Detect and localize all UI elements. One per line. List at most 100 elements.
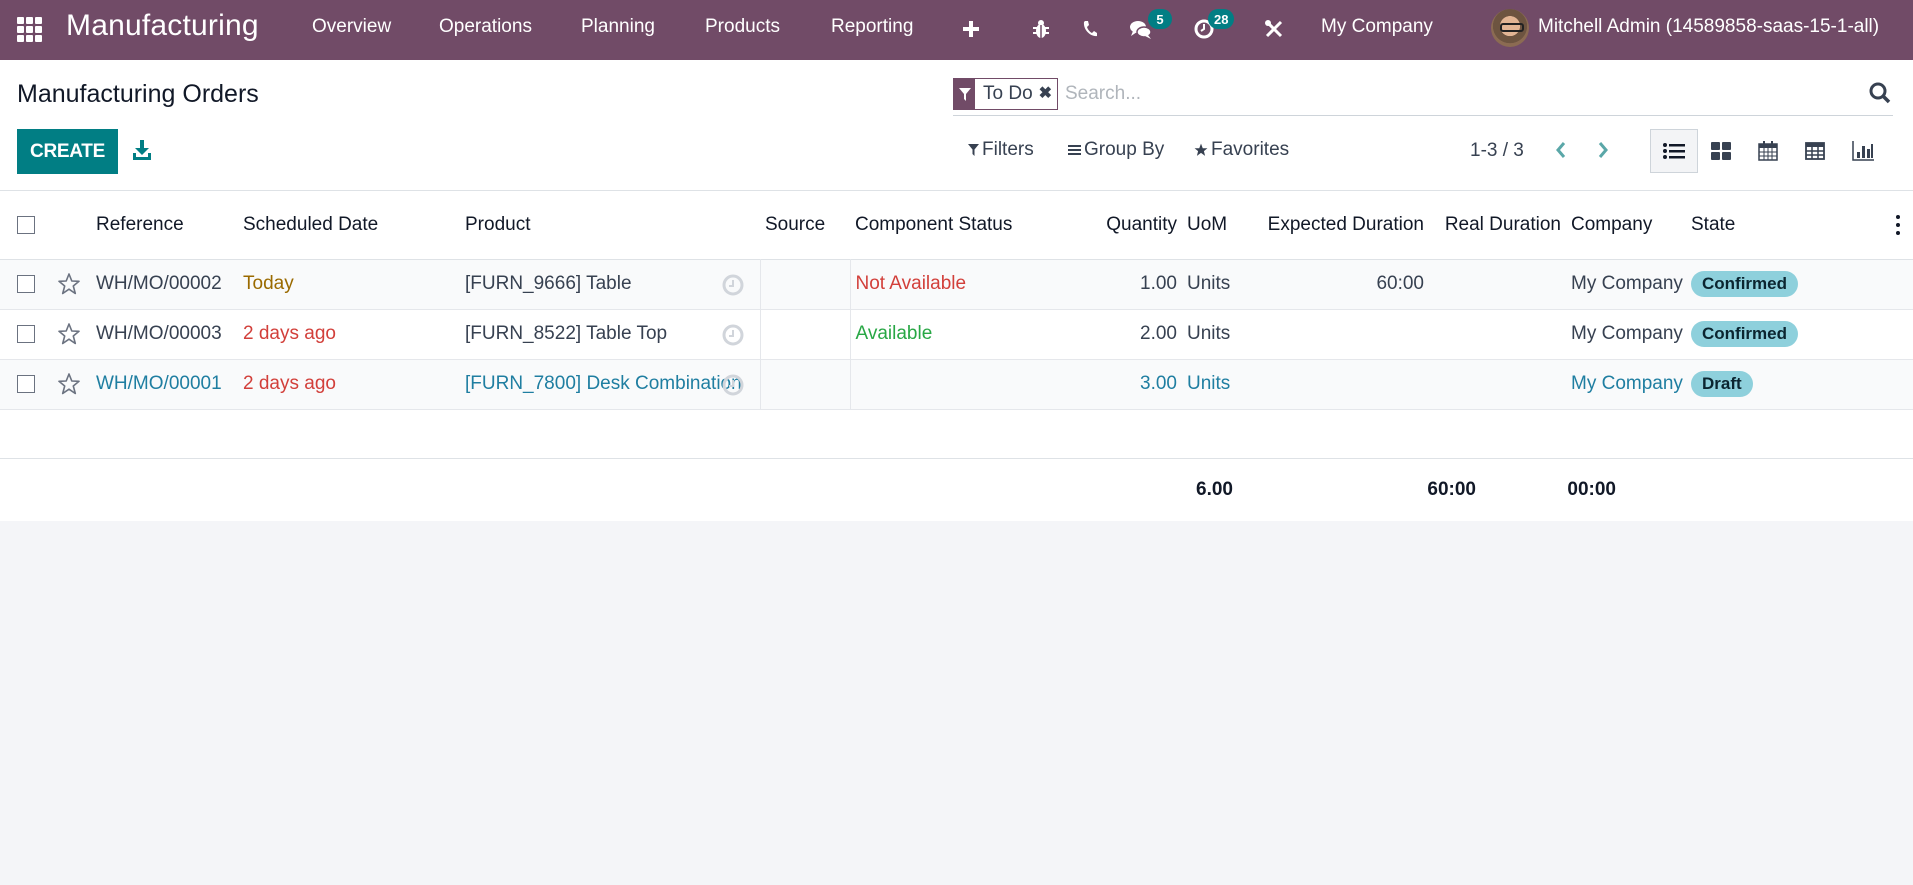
cell-scheduled-date: 2 days ago (243, 373, 336, 394)
graph-view-button[interactable] (1839, 129, 1887, 173)
cell-state: Draft (1686, 359, 1823, 409)
column-state[interactable]: State (1686, 191, 1823, 259)
group-by-label: Group By (1084, 139, 1165, 160)
pivot-view-button[interactable] (1791, 129, 1839, 173)
row-checkbox[interactable] (17, 374, 35, 393)
chevron-left-icon (1556, 142, 1566, 158)
favorites-button[interactable]: Favorites (1194, 139, 1289, 161)
cell-product: [FURN_7800] Desk Combination (460, 359, 760, 409)
kanban-view-button[interactable] (1697, 129, 1745, 173)
list-view-button[interactable] (1650, 129, 1698, 173)
cell-component-status: Not Available (849, 259, 1050, 309)
column-expected-duration[interactable]: Expected Duration (1242, 191, 1429, 259)
table-icon (1805, 142, 1825, 160)
star-icon (1194, 143, 1208, 156)
menu-products[interactable]: Products (705, 16, 780, 38)
phone-icon[interactable] (1075, 14, 1105, 44)
column-real-duration[interactable]: Real Duration (1429, 191, 1566, 259)
cell-component-status (849, 359, 1050, 409)
cell-source (759, 259, 850, 309)
product-name: [FURN_9666] Table (465, 273, 632, 294)
cell-source (759, 309, 850, 359)
table-row[interactable]: WH/MO/00003 2 days ago [FURN_8522] Table… (0, 309, 1913, 359)
column-company[interactable]: Company (1566, 191, 1686, 259)
cell-uom: Units (1187, 323, 1231, 344)
cell-reference: WH/MO/00002 (96, 273, 222, 294)
table-row[interactable]: WH/MO/00002 Today [FURN_9666] Table Not … (0, 259, 1913, 309)
search-input[interactable] (1065, 80, 1825, 108)
column-uom[interactable]: UoM (1182, 191, 1242, 259)
select-all-checkbox[interactable] (17, 215, 35, 234)
menu-operations[interactable]: Operations (439, 16, 532, 38)
user-avatar[interactable] (1491, 9, 1529, 47)
menu-planning[interactable]: Planning (581, 16, 655, 38)
row-checkbox[interactable] (17, 324, 35, 343)
priority-star-icon[interactable] (57, 372, 81, 396)
cell-company: My Company (1571, 323, 1683, 344)
search-icon[interactable] (1869, 82, 1891, 104)
cell-component-status: Available (849, 309, 1050, 359)
cell-real-duration (1429, 259, 1566, 309)
clock-icon[interactable] (722, 374, 744, 396)
bar-chart-icon (1852, 141, 1874, 161)
app-menu-icon[interactable] (17, 17, 43, 42)
cell-expected-duration: 60:00 (1376, 273, 1424, 294)
table-header: Reference Scheduled Date Product Source … (0, 191, 1913, 259)
settings-tools-icon[interactable] (1259, 14, 1289, 44)
column-product[interactable]: Product (460, 191, 760, 259)
priority-star-icon[interactable] (57, 272, 81, 296)
state-badge: Confirmed (1691, 321, 1798, 347)
page-title: Manufacturing Orders (17, 80, 259, 108)
pager-value[interactable]: 1-3 / 3 (1470, 140, 1524, 162)
table-footer-divider (0, 458, 1913, 459)
priority-star-icon[interactable] (57, 322, 81, 346)
menu-reporting[interactable]: Reporting (831, 16, 913, 38)
filters-button[interactable]: Filters (968, 139, 1034, 161)
row-checkbox[interactable] (17, 274, 35, 293)
state-badge: Confirmed (1691, 271, 1798, 297)
plus-icon[interactable] (956, 14, 986, 44)
optional-columns-icon[interactable] (1896, 215, 1902, 235)
kanban-icon (1711, 142, 1731, 160)
cell-real-duration (1429, 309, 1566, 359)
cell-quantity: 3.00 (1140, 373, 1177, 394)
menu-overview[interactable]: Overview (312, 16, 391, 38)
column-quantity[interactable]: Quantity (1050, 191, 1182, 259)
column-source[interactable]: Source (760, 191, 850, 259)
cell-quantity: 1.00 (1140, 273, 1177, 294)
list-view: Reference Scheduled Date Product Source … (0, 191, 1913, 521)
bars-icon (1068, 145, 1081, 155)
user-menu[interactable]: Mitchell Admin (14589858-saas-15-1-all) (1538, 16, 1879, 38)
calendar-view-button[interactable] (1744, 129, 1792, 173)
cell-uom: Units (1187, 373, 1231, 394)
table-row[interactable]: WH/MO/00001 2 days ago [FURN_7800] Desk … (0, 359, 1913, 409)
filter-icon (954, 79, 975, 109)
create-button[interactable]: CREATE (17, 129, 118, 174)
top-navbar: Manufacturing Overview Operations Planni… (0, 0, 1913, 60)
company-switcher[interactable]: My Company (1321, 16, 1433, 38)
column-reference[interactable]: Reference (91, 191, 238, 259)
clock-icon[interactable] (722, 324, 744, 346)
product-name: [FURN_8522] Table Top (465, 323, 668, 344)
download-icon[interactable] (130, 138, 154, 162)
pager-next-button[interactable] (1589, 136, 1617, 164)
remove-facet-icon[interactable]: ✖ (1039, 79, 1057, 109)
search-facet: To Do ✖ (953, 78, 1058, 110)
manufacturing-orders-table: Reference Scheduled Date Product Source … (0, 191, 1913, 459)
pager-previous-button[interactable] (1547, 136, 1575, 164)
list-icon (1663, 143, 1685, 159)
cell-company: My Company (1571, 273, 1683, 294)
favorites-label: Favorites (1211, 139, 1290, 160)
filters-label: Filters (982, 139, 1034, 160)
group-by-button[interactable]: Group By (1068, 139, 1164, 161)
cell-scheduled-date: 2 days ago (243, 323, 336, 344)
bug-icon[interactable] (1026, 14, 1056, 44)
state-badge: Draft (1691, 371, 1753, 397)
cell-company: My Company (1571, 373, 1683, 394)
cell-product: [FURN_9666] Table (460, 259, 760, 309)
clock-icon[interactable] (722, 274, 744, 296)
cell-reference: WH/MO/00003 (96, 323, 222, 344)
app-name[interactable]: Manufacturing (66, 9, 259, 43)
column-component-status[interactable]: Component Status (850, 191, 1050, 259)
column-scheduled-date[interactable]: Scheduled Date (238, 191, 460, 259)
